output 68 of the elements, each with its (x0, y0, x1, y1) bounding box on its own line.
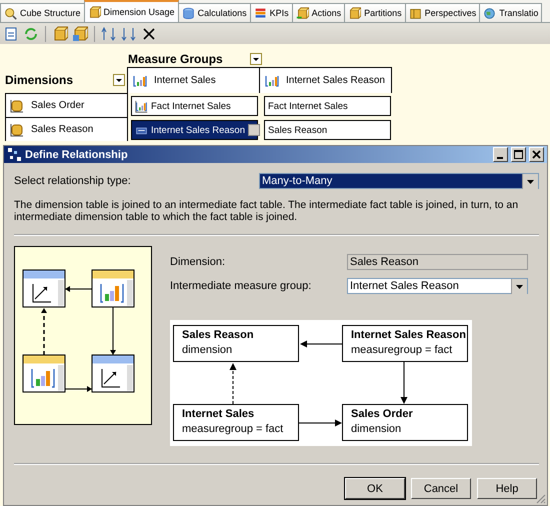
tab[interactable]: KPIs (250, 3, 293, 22)
column-group-header: Measure Groups (128, 52, 224, 66)
sort-descending-icon[interactable] (121, 26, 137, 42)
cylinder-icon (182, 6, 195, 20)
description-text: The dimension table is joined to an intermediate fact table. The intermediate fact table is joined, in turn, to an intermediate dimension table to which the fact table is joined. (14, 199, 520, 223)
table-window (22, 270, 66, 308)
node-title: Internet Sales Reason (351, 329, 466, 341)
sort-ascending-icon[interactable] (101, 26, 117, 42)
dimension-field[interactable]: Sales Reason (347, 254, 528, 270)
dropdown-icon[interactable] (113, 74, 125, 86)
tab[interactable]: Calculations (178, 3, 251, 22)
field-label: Select relationship type: (14, 175, 131, 187)
dimension-icon (9, 122, 25, 138)
tab[interactable]: Actions (292, 3, 346, 22)
tab[interactable]: Perspectives (404, 3, 480, 22)
table-window (92, 354, 134, 392)
dimension-cell[interactable]: Sales Reason (5, 117, 128, 141)
node-subtitle: measuregroup = fact (182, 423, 284, 435)
bar-chart-icon (135, 100, 148, 112)
relationship-type-dropdown[interactable]: Many-to-Many (259, 173, 539, 189)
ellipsis-button[interactable] (248, 124, 260, 136)
relationship-cell[interactable]: Internet Sales Reason (131, 120, 258, 140)
row-group-header: Dimensions (5, 73, 74, 87)
tab[interactable]: Dimension Usage (84, 0, 179, 22)
app-icon (7, 147, 22, 162)
dialog-button[interactable]: Help (477, 478, 537, 499)
dimension-cell[interactable]: Sales Order (5, 93, 128, 117)
cube-icon (348, 6, 362, 20)
tab[interactable]: Translatio (479, 3, 542, 22)
table-window (92, 270, 134, 308)
node-subtitle: dimension (351, 423, 402, 435)
window-title: Define Relationship (25, 148, 128, 160)
node-subtitle: measuregroup = fact (351, 344, 452, 356)
node-title: Sales Order (351, 408, 413, 420)
cube-add-icon[interactable] (52, 26, 68, 42)
column-header[interactable]: Internet Sales (127, 67, 260, 93)
dropdown-icon[interactable] (250, 53, 262, 65)
dialog-button[interactable]: OK (345, 478, 405, 499)
measure-group-dropdown[interactable]: Internet Sales Reason (347, 278, 528, 294)
field-label: Dimension: (170, 256, 226, 268)
dashed-arrow (41, 308, 47, 355)
node-title: Sales Reason (182, 329, 254, 341)
delete-icon[interactable] (141, 26, 157, 42)
document-icon[interactable] (3, 26, 19, 42)
relationship-cell[interactable]: Fact Internet Sales (264, 96, 391, 116)
box-icon (408, 6, 422, 20)
minimize-icon[interactable] (493, 147, 508, 162)
close-icon[interactable] (529, 147, 544, 162)
dialog-button[interactable]: Cancel (411, 478, 471, 499)
arrow (65, 286, 92, 292)
table-window (22, 354, 66, 392)
magnifier-icon (4, 6, 17, 20)
cube-icon (88, 6, 101, 18)
relationship-cell[interactable]: Sales Reason (264, 120, 391, 140)
node-title: Internet Sales (182, 408, 254, 420)
node-subtitle: dimension (182, 344, 232, 356)
column-header[interactable]: Internet Sales Reason (259, 67, 392, 93)
field-label: Intermediate measure group: (170, 280, 312, 292)
globe-icon (483, 6, 496, 20)
cubes-icon[interactable] (72, 26, 88, 42)
arrow (64, 386, 92, 392)
stacked-bars-icon (254, 6, 267, 20)
arrow (110, 306, 116, 355)
tab[interactable]: Cube Structure (0, 3, 85, 22)
tab[interactable]: Partitions (344, 3, 406, 22)
maximize-icon[interactable] (511, 147, 526, 162)
dimension-icon (9, 98, 25, 114)
relationship-cell[interactable]: Fact Internet Sales (131, 96, 258, 116)
